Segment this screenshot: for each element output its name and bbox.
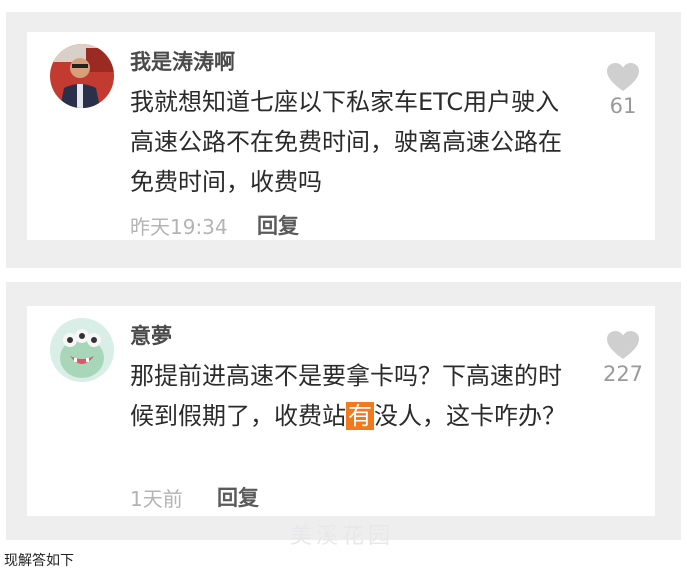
highlighted-char: 有: [346, 402, 374, 430]
comment-text: 我就想知道七座以下私家车ETC用户驶入高速公路不在免费时间，驶离高速公路在免费时…: [130, 88, 562, 196]
like-count: 61: [609, 94, 637, 118]
like-button[interactable]: 227: [593, 330, 653, 386]
comment-card-1: 我是涛涛啊 我就想知道七座以下私家车ETC用户驶入高速公路不在免费时间，驶离高速…: [27, 32, 655, 240]
green-monster-icon: [50, 318, 114, 382]
comment-time: 1天前: [130, 487, 183, 511]
screenshot-frame: 我是涛涛啊 我就想知道七座以下私家车ETC用户驶入高速公路不在免费时间，驶离高速…: [0, 0, 687, 549]
like-button[interactable]: 61: [593, 62, 653, 118]
comment-text-part: 没人，这卡咋办？: [374, 402, 566, 430]
username[interactable]: 我是涛涛啊: [130, 46, 235, 76]
comment-card-2: 意夢 那提前进高速不是要拿卡吗？下高速的时候到假期了，收费站有没人，这卡咋办？ …: [27, 306, 655, 516]
comment-text: 那提前进高速不是要拿卡吗？下高速的时候到假期了，收费站有没人，这卡咋办？: [130, 356, 580, 436]
heart-icon: [607, 63, 639, 91]
reply-button[interactable]: 回复: [217, 482, 259, 512]
person-photo-icon: [50, 44, 114, 108]
reply-button[interactable]: 回复: [257, 210, 299, 240]
footer-text: 现解答如下: [4, 553, 74, 569]
comment-time: 昨天19:34: [130, 215, 228, 239]
user-avatar[interactable]: [50, 44, 114, 108]
user-avatar[interactable]: [50, 318, 114, 382]
like-count: 227: [602, 362, 644, 386]
username[interactable]: 意夢: [130, 320, 172, 350]
watermark-text: 美溪花园: [290, 524, 395, 549]
watermark: 美溪花园: [250, 518, 394, 550]
heart-icon: [607, 331, 639, 359]
